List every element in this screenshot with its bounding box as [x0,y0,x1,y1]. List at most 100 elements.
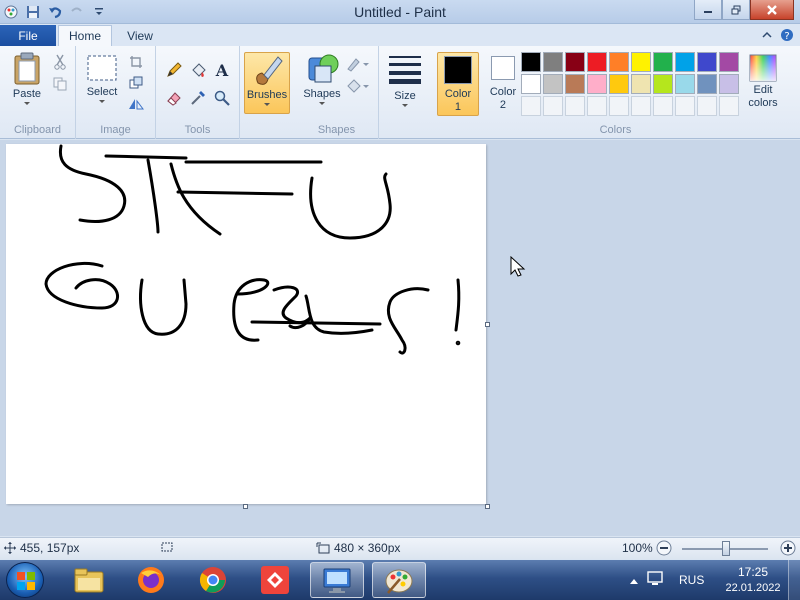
outline-icon[interactable] [345,54,371,74]
tab-file[interactable]: File [0,25,56,46]
svg-text:A: A [215,62,229,78]
taskbar: RUS 17:25 22.01.2022 [0,560,800,600]
palette-swatch[interactable] [697,96,717,116]
palette-swatch[interactable] [631,96,651,116]
palette-swatch[interactable] [675,96,695,116]
clipboard-group: Paste Clipboard [0,46,76,139]
show-desktop-button[interactable] [788,560,800,600]
show-hidden-icons-icon[interactable] [629,574,639,588]
palette-swatch[interactable] [719,52,739,72]
palette-swatch[interactable] [631,52,651,72]
palette-swatch[interactable] [653,74,673,94]
resize-handle-corner[interactable] [485,504,490,509]
palette-swatch[interactable] [675,52,695,72]
palette-swatch[interactable] [609,74,629,94]
palette-swatch[interactable] [543,74,563,94]
magnifier-icon[interactable] [212,88,232,108]
restore-button[interactable] [722,0,750,20]
clock-date[interactable]: 22.01.2022 [719,582,787,594]
paste-icon [14,52,40,85]
palette-swatch[interactable] [719,96,739,116]
color-picker-icon[interactable] [188,88,208,108]
resize-handle-right[interactable] [485,322,490,327]
edit-colors-button[interactable]: Edit colors [741,54,785,110]
drawing-canvas[interactable] [6,144,486,504]
taskbar-firefox[interactable] [124,562,178,598]
palette-swatch[interactable] [587,74,607,94]
fill-shape-icon[interactable] [345,76,371,96]
paste-button[interactable]: Paste [8,52,46,106]
crop-icon[interactable] [126,52,146,72]
copy-icon[interactable] [50,74,70,94]
text-icon[interactable]: A [212,60,232,80]
color-palette [521,52,739,116]
size-button[interactable]: Size [385,54,425,108]
system-tray: RUS 17:25 22.01.2022 [625,560,800,600]
palette-swatch[interactable] [543,96,563,116]
pencil-icon[interactable] [164,60,184,80]
palette-swatch[interactable] [521,52,541,72]
resize-icon[interactable] [126,73,146,93]
minimize-button[interactable] [694,0,722,20]
clock-time[interactable]: 17:25 [723,565,783,579]
taskbar-explorer[interactable] [62,562,116,598]
select-icon [87,55,117,81]
paint-app-icon [385,569,413,594]
image-size-icon [316,542,330,554]
color2-button[interactable]: Color 2 [483,56,523,116]
palette-swatch[interactable] [675,74,695,94]
start-button[interactable] [6,562,44,598]
image-size-text: 480 × 360px [334,541,401,555]
close-button[interactable] [750,0,794,20]
brushes-group: Brushes [240,46,295,139]
tab-view[interactable]: View [116,25,164,46]
palette-swatch[interactable] [565,52,585,72]
cut-icon[interactable] [50,52,70,72]
taskbar-chrome[interactable] [186,562,240,598]
title-bar: Untitled - Paint [0,0,800,24]
palette-swatch[interactable] [543,52,563,72]
zoom-out-button[interactable] [656,540,672,556]
palette-swatch[interactable] [697,74,717,94]
palette-swatch[interactable] [631,74,651,94]
fill-icon[interactable] [188,60,208,80]
resize-handle-bottom[interactable] [243,504,248,509]
select-button[interactable]: Select [82,54,122,104]
taskbar-anydesk[interactable] [248,562,302,598]
palette-swatch[interactable] [521,96,541,116]
status-bar: 455, 157px 480 × 360px 100% [0,537,800,559]
eraser-icon[interactable] [164,88,184,108]
tab-home[interactable]: Home [58,25,112,46]
brushes-icon [256,56,283,85]
palette-swatch[interactable] [609,52,629,72]
palette-swatch[interactable] [565,74,585,94]
zoom-level: 100% [622,541,653,555]
palette-swatch[interactable] [609,96,629,116]
minimize-ribbon-icon[interactable] [760,28,774,42]
tools-group: A Tools [156,46,240,139]
rainbow-palette-icon [749,54,777,82]
network-icon[interactable] [647,571,665,590]
color1-button[interactable]: Color 1 [437,52,479,116]
rotate-icon[interactable] [126,94,146,114]
brushes-button[interactable]: Brushes [244,52,290,114]
language-indicator[interactable]: RUS [679,573,704,587]
palette-swatch[interactable] [587,96,607,116]
help-icon[interactable]: ? [780,28,794,42]
palette-swatch[interactable] [565,96,585,116]
palette-swatch[interactable] [653,96,673,116]
zoom-slider-thumb[interactable] [722,541,730,556]
zoom-in-button[interactable] [780,540,796,556]
shapes-button[interactable]: Shapes [301,52,343,106]
taskbar-paint[interactable] [372,562,426,598]
cursor-position-text: 455, 157px [20,541,80,555]
palette-swatch[interactable] [587,52,607,72]
firefox-icon [138,567,164,593]
palette-swatch[interactable] [653,52,673,72]
palette-swatch[interactable] [719,74,739,94]
taskbar-remote-desktop[interactable] [310,562,364,598]
anydesk-icon [261,566,289,594]
palette-swatch[interactable] [521,74,541,94]
windows-logo-icon [17,572,35,590]
palette-swatch[interactable] [697,52,717,72]
